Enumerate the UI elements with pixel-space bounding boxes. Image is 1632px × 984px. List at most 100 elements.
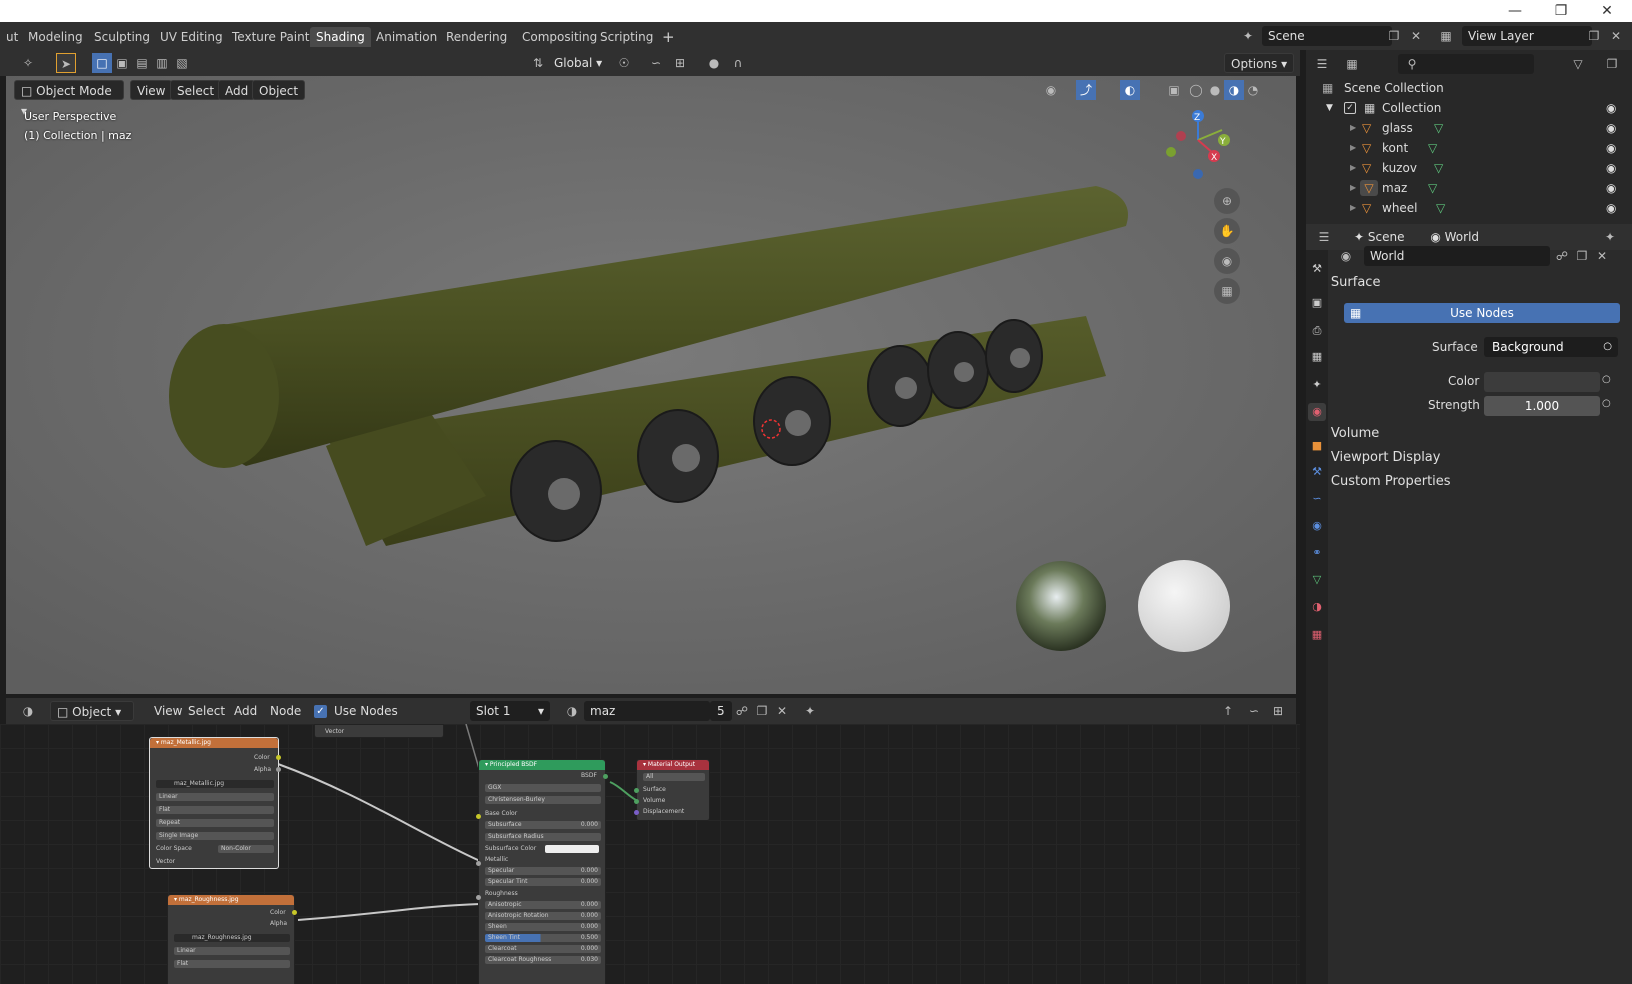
metallic-source-dropdown[interactable]: Single Image <box>156 832 274 840</box>
outliner-object-kont[interactable]: ▶ ▽ kont ▽ ◉ <box>1306 138 1632 158</box>
wireframe-shading-icon[interactable]: ◯ <box>1186 80 1206 100</box>
bsdf-sheen-tint-field[interactable]: Sheen Tint 0.500 <box>485 934 601 942</box>
eye-icon[interactable]: ◉ <box>1606 98 1616 118</box>
data-tab-icon[interactable]: ▽ <box>1308 571 1326 589</box>
bsdf-anisotropic-field[interactable]: Anisotropic 0.000 <box>485 901 601 909</box>
ortho-grid-icon[interactable]: ▦ <box>1214 278 1240 304</box>
tab-rendering[interactable]: Rendering <box>440 27 513 47</box>
unlink-world-icon[interactable]: ✕ <box>1592 246 1612 266</box>
collapse-arrow-icon[interactable]: ▶ <box>1350 198 1356 218</box>
scene-tab-icon[interactable]: ✦ <box>1308 376 1326 394</box>
roughness-interp-dropdown[interactable]: Linear <box>174 947 290 955</box>
outliner-object-kuzov[interactable]: ▶ ▽ kuzov ▽ ◉ <box>1306 158 1632 178</box>
material-browse-icon[interactable]: ◑ <box>562 701 582 721</box>
bsdf-output-socket[interactable] <box>603 774 608 779</box>
tab-uv-editing[interactable]: UV Editing <box>154 27 229 47</box>
minimize-icon[interactable]: — <box>1492 0 1538 22</box>
collapse-arrow-icon[interactable]: ▶ <box>1350 118 1356 138</box>
volume-panel-header[interactable]: ▶Volume <box>1320 423 1632 445</box>
custom-properties-panel-header[interactable]: ▶Custom Properties <box>1320 471 1632 493</box>
new-view-layer-icon[interactable]: ❐ <box>1584 26 1604 46</box>
outliner-scene-collection[interactable]: ▦ Scene Collection <box>1306 78 1632 98</box>
select-tool-icon[interactable]: ➤ <box>56 53 76 73</box>
tab-shading[interactable]: Shading <box>310 27 371 47</box>
modifier-tab-icon[interactable]: ⚒ <box>1308 463 1326 481</box>
select-intersect-icon[interactable]: ▧ <box>172 53 192 73</box>
visibility-toggle-icon[interactable]: ◉ <box>1041 80 1061 100</box>
menu-object[interactable]: Object <box>252 80 306 100</box>
expand-arrow-icon[interactable]: ▼ <box>1326 98 1333 118</box>
zoom-icon[interactable]: ⊕ <box>1214 188 1240 214</box>
bsdf-roughness-socket[interactable] <box>476 895 481 900</box>
bsdf-subsurface-field[interactable]: Subsurface 0.000 <box>485 821 601 829</box>
eye-icon[interactable]: ◉ <box>1606 178 1616 198</box>
scene-browse-icon[interactable]: ✦ <box>1238 26 1258 46</box>
world-tab-icon[interactable]: ◉ <box>1308 403 1326 421</box>
particles-tab-icon[interactable]: ∽ <box>1308 490 1326 508</box>
output-tab-icon[interactable]: ⎙ <box>1308 322 1326 340</box>
surface-shader-dropdown[interactable]: Background ○ <box>1484 337 1618 357</box>
pin-icon[interactable]: ✦ <box>1600 227 1620 247</box>
bsdf-specular-tint-field[interactable]: Specular Tint 0.000 <box>485 878 601 886</box>
tab-compositing[interactable]: Compositing <box>516 27 603 47</box>
node-snap-target-icon[interactable]: ⊞ <box>1268 701 1288 721</box>
restore-icon[interactable]: ❐ <box>1538 0 1584 22</box>
camera-view-icon[interactable]: ◉ <box>1214 248 1240 274</box>
metallic-alpha-socket[interactable] <box>276 767 281 772</box>
metallic-projection-dropdown[interactable]: Flat <box>156 806 274 814</box>
strength-link-icon[interactable]: ○ <box>1602 398 1611 409</box>
bsdf-sss-dropdown[interactable]: Christensen-Burley <box>485 796 601 804</box>
bsdf-sheen-field[interactable]: Sheen 0.000 <box>485 923 601 931</box>
add-workspace-button[interactable]: + <box>656 27 681 47</box>
use-nodes-button[interactable]: ▦ Use Nodes <box>1344 303 1620 323</box>
delete-view-layer-icon[interactable]: ✕ <box>1606 26 1626 46</box>
world-browse-icon[interactable]: ◉ <box>1336 246 1356 266</box>
fake-user-icon[interactable]: ☍ <box>732 701 752 721</box>
material-users-count[interactable]: 5 <box>710 701 732 721</box>
metallic-colorspace-dropdown[interactable]: Non-Color <box>218 845 274 853</box>
view-layer-tab-icon[interactable]: ▦ <box>1308 348 1326 366</box>
snap-target-icon[interactable]: ⊞ <box>670 53 690 73</box>
viewport-3d[interactable]: Z Y X □ Object Mode ▾ View Select Add Ob… <box>6 76 1296 694</box>
output-node-header[interactable]: ▾ Material Output <box>637 760 709 770</box>
node-editor-type-icon[interactable]: ◑ <box>18 701 38 721</box>
strength-field[interactable]: 1.000 <box>1484 396 1600 416</box>
roughness-node-header[interactable]: ▾ maz_Roughness.jpg <box>168 895 294 905</box>
collection-checkbox[interactable]: ✓ <box>1344 102 1356 114</box>
bsdf-base-color-socket[interactable] <box>476 814 481 819</box>
pan-hand-icon[interactable]: ✋ <box>1214 218 1240 244</box>
menu-select[interactable]: Select <box>170 80 222 100</box>
close-window-icon[interactable]: ✕ <box>1584 0 1630 22</box>
outliner-object-maz[interactable]: ▶ ▽ maz ▽ ◉ <box>1306 178 1632 198</box>
bsdf-metallic-socket[interactable] <box>476 861 481 866</box>
metallic-image-field[interactable]: maz_Metallic.jpg <box>156 780 274 788</box>
surface-panel-header[interactable]: ▼Surface <box>1320 272 1632 294</box>
output-displacement-socket[interactable] <box>634 810 639 815</box>
outliner-object-wheel[interactable]: ▶ ▽ wheel ▽ ◉ <box>1306 198 1632 218</box>
editor-type-icon[interactable]: ✧ <box>18 53 38 73</box>
display-mode-icon[interactable]: ▦ <box>1342 54 1362 74</box>
new-world-icon[interactable]: ❐ <box>1572 246 1592 266</box>
output-target-dropdown[interactable]: All <box>643 773 705 781</box>
select-invert-icon[interactable]: ▥ <box>152 53 172 73</box>
constraints-tab-icon[interactable]: ⚭ <box>1308 544 1326 562</box>
use-nodes-checkbox[interactable]: ✓ <box>314 705 327 718</box>
node-menu-node[interactable]: Node <box>264 701 307 721</box>
bsdf-distribution-dropdown[interactable]: GGX <box>485 784 601 792</box>
transform-orientation-dropdown[interactable]: Global ▾ <box>548 53 604 73</box>
unlink-material-icon[interactable]: ✕ <box>772 701 792 721</box>
roughness-projection-dropdown[interactable]: Flat <box>174 960 290 968</box>
view-layer-field[interactable]: View Layer <box>1462 26 1592 46</box>
bsdf-node-header[interactable]: ▾ Principled BSDF <box>479 760 605 770</box>
xray-toggle-icon[interactable]: ▣ <box>1164 80 1184 100</box>
roughness-color-socket[interactable] <box>292 910 297 915</box>
select-subtract-icon[interactable]: ▤ <box>132 53 152 73</box>
new-scene-icon[interactable]: ❐ <box>1384 26 1404 46</box>
slot-dropdown[interactable]: Slot 1 ▾ <box>470 701 550 721</box>
eye-icon[interactable]: ◉ <box>1606 118 1616 138</box>
top-node-partial[interactable]: Vector <box>314 724 444 738</box>
physics-tab-icon[interactable]: ◉ <box>1308 517 1326 535</box>
bsdf-clearcoat-roughness-field[interactable]: Clearcoat Roughness 0.030 <box>485 956 601 964</box>
parent-node-tree-icon[interactable]: ↑ <box>1218 701 1238 721</box>
render-tab-icon[interactable]: ▣ <box>1308 294 1326 312</box>
